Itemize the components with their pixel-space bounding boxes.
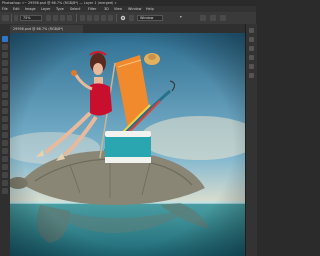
eyedropper-tool-icon[interactable]	[2, 76, 8, 82]
menu-window[interactable]: Window	[128, 7, 141, 11]
clone-stamp-tool-icon[interactable]	[2, 100, 8, 106]
healing-brush-tool-icon[interactable]	[2, 84, 8, 90]
scrubby-zoom-icon[interactable]	[67, 15, 72, 21]
snap-icon[interactable]	[108, 15, 113, 21]
zoom-all-icon[interactable]	[60, 15, 65, 21]
separator	[11, 14, 12, 22]
separator	[76, 14, 77, 22]
layers-panel-icon[interactable]	[249, 55, 254, 60]
document-tab[interactable]: 29956.psd @ 66.7% (RGB/8*)	[10, 25, 83, 33]
workspace-icon[interactable]	[220, 15, 226, 21]
chevron-down-icon[interactable]: ▾	[180, 15, 182, 19]
share-icon[interactable]	[200, 15, 206, 21]
menu-file[interactable]: File	[2, 7, 8, 11]
dodge-tool-icon[interactable]	[2, 140, 8, 146]
reset-view-icon[interactable]	[87, 15, 92, 21]
hand-tool-icon[interactable]	[2, 180, 8, 186]
fit-screen-icon[interactable]	[46, 15, 51, 21]
rectangle-tool-icon[interactable]	[2, 172, 8, 178]
quick-select-tool-icon[interactable]	[2, 60, 8, 66]
document-tab-bar: 29956.psd @ 66.7% (RGB/8*)	[0, 24, 245, 33]
separator	[116, 14, 117, 22]
fill-screen-icon[interactable]	[53, 15, 58, 21]
menu-edit[interactable]: Edit	[13, 7, 20, 11]
screen-mode-icon[interactable]	[129, 15, 134, 21]
menu-filter[interactable]: Filter	[88, 7, 96, 11]
eraser-tool-icon[interactable]	[2, 116, 8, 122]
menu-3d[interactable]: 3D	[104, 7, 109, 11]
document-canvas[interactable]	[10, 33, 245, 256]
color-panel-icon[interactable]	[249, 28, 254, 33]
channels-panel-icon[interactable]	[249, 64, 254, 69]
menu-select[interactable]: Select	[70, 7, 80, 11]
history-brush-tool-icon[interactable]	[2, 108, 8, 114]
adjustments-panel-icon[interactable]	[249, 46, 254, 51]
rotate-view-icon[interactable]	[80, 15, 85, 21]
canvas-image	[10, 33, 245, 256]
settings-gear-icon[interactable]	[120, 15, 126, 21]
panels-dock	[245, 24, 257, 256]
menu-type[interactable]: Type	[56, 7, 64, 11]
paths-panel-icon[interactable]	[249, 73, 254, 78]
swatches-panel-icon[interactable]	[249, 37, 254, 42]
zoom-select[interactable]: 75%	[20, 15, 42, 21]
zoom-tool-icon[interactable]	[2, 188, 8, 194]
menu-layer[interactable]: Layer	[41, 7, 50, 11]
menu-help[interactable]: Help	[146, 7, 154, 11]
search-icon[interactable]	[210, 15, 216, 21]
window-title: Photoshop: «~ 29956.psd @ 66.7% (RGB/8*)…	[2, 0, 117, 5]
grid-icon[interactable]	[94, 15, 99, 21]
menu-view[interactable]: View	[114, 7, 122, 11]
path-selection-tool-icon[interactable]	[2, 164, 8, 170]
move-tool-preset-icon[interactable]	[2, 15, 9, 21]
menu-image[interactable]: Image	[25, 7, 36, 11]
vignette	[10, 33, 245, 256]
move-tool-icon[interactable]	[2, 36, 8, 42]
blur-tool-icon[interactable]	[2, 132, 8, 138]
mode-select[interactable]: Window	[137, 15, 163, 21]
gradient-tool-icon[interactable]	[2, 124, 8, 130]
guides-icon[interactable]	[101, 15, 106, 21]
brush-tool-icon[interactable]	[2, 92, 8, 98]
pen-tool-icon[interactable]	[2, 148, 8, 154]
type-tool-icon[interactable]	[2, 156, 8, 162]
marquee-tool-icon[interactable]	[2, 44, 8, 50]
tools-panel	[0, 33, 10, 256]
hand-icon[interactable]	[14, 15, 18, 21]
lasso-tool-icon[interactable]	[2, 52, 8, 58]
crop-tool-icon[interactable]	[2, 68, 8, 74]
